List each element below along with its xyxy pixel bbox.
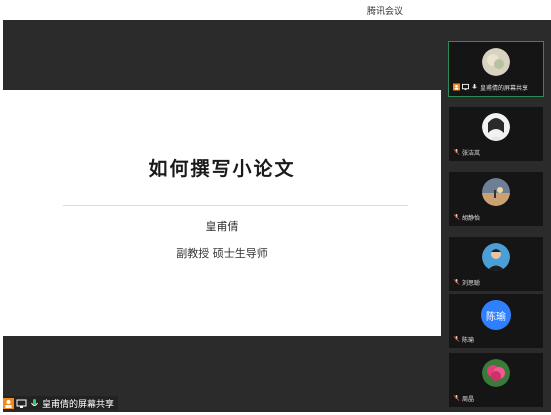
participant-sidebar: 皇甫倩的屏幕共享 张洁岚 胡静怡 刘思聪 陈瑜 陈瑜 周晶 [441, 20, 551, 412]
participant-tile[interactable]: 周晶 [449, 353, 543, 407]
participant-name-row: 张洁岚 [453, 147, 480, 157]
slide-author: 皇甫倩 [205, 220, 239, 233]
participant-name: 张洁岚 [462, 149, 481, 157]
participant-name-row: 皇甫倩的屏幕共享 [453, 82, 528, 92]
share-status-label: 皇甫倩的屏幕共享 [42, 399, 115, 410]
slide-divider [63, 205, 408, 206]
participant-tile[interactable]: 胡静怡 [449, 172, 543, 226]
participant-name: 陈瑜 [462, 336, 475, 344]
share-indicator-icon [453, 83, 460, 91]
avatar [482, 359, 510, 387]
participant-name: 胡静怡 [462, 214, 481, 222]
title-bar: 腾讯会议 [0, 0, 551, 20]
screen-share-icon [462, 83, 469, 91]
participant-name-row: 胡静怡 [453, 212, 480, 222]
avatar: 陈瑜 [481, 300, 511, 330]
screen-share-icon [16, 399, 27, 408]
screen-share-status[interactable]: 皇甫倩的屏幕共享 [3, 396, 119, 410]
participant-tile[interactable]: 张洁岚 [449, 107, 543, 161]
participant-name-row: 周晶 [453, 393, 474, 403]
app-title: 腾讯会议 [367, 7, 404, 17]
avatar [482, 243, 510, 271]
microphone-icon [472, 83, 477, 89]
participant-tile[interactable]: 刘思聪 [449, 237, 543, 291]
microphone-muted-icon [453, 213, 460, 220]
participant-tile[interactable]: 陈瑜 陈瑜 [449, 294, 543, 348]
avatar [482, 48, 510, 76]
microphone-muted-icon [453, 394, 460, 401]
avatar [482, 113, 510, 141]
participant-name-row: 陈瑜 [453, 334, 474, 344]
microphone-muted-icon [453, 148, 460, 155]
slide-title: 如何撰写小论文 [148, 158, 296, 180]
microphone-muted-icon [453, 335, 460, 342]
participant-name-row: 刘思聪 [453, 277, 480, 287]
participant-tile[interactable]: 皇甫倩的屏幕共享 [448, 41, 544, 97]
share-indicator-icon [3, 397, 14, 409]
participant-name: 刘思聪 [462, 279, 481, 287]
participant-name: 周晶 [462, 395, 475, 403]
avatar [482, 178, 510, 206]
microphone-muted-icon [453, 278, 460, 285]
participant-name: 皇甫倩的屏幕共享 [480, 84, 529, 92]
presentation-slide: 如何撰写小论文 皇甫倩 副教授 硕士生导师 [3, 90, 441, 336]
microphone-icon [31, 398, 38, 406]
slide-role: 副教授 硕士生导师 [176, 247, 268, 260]
